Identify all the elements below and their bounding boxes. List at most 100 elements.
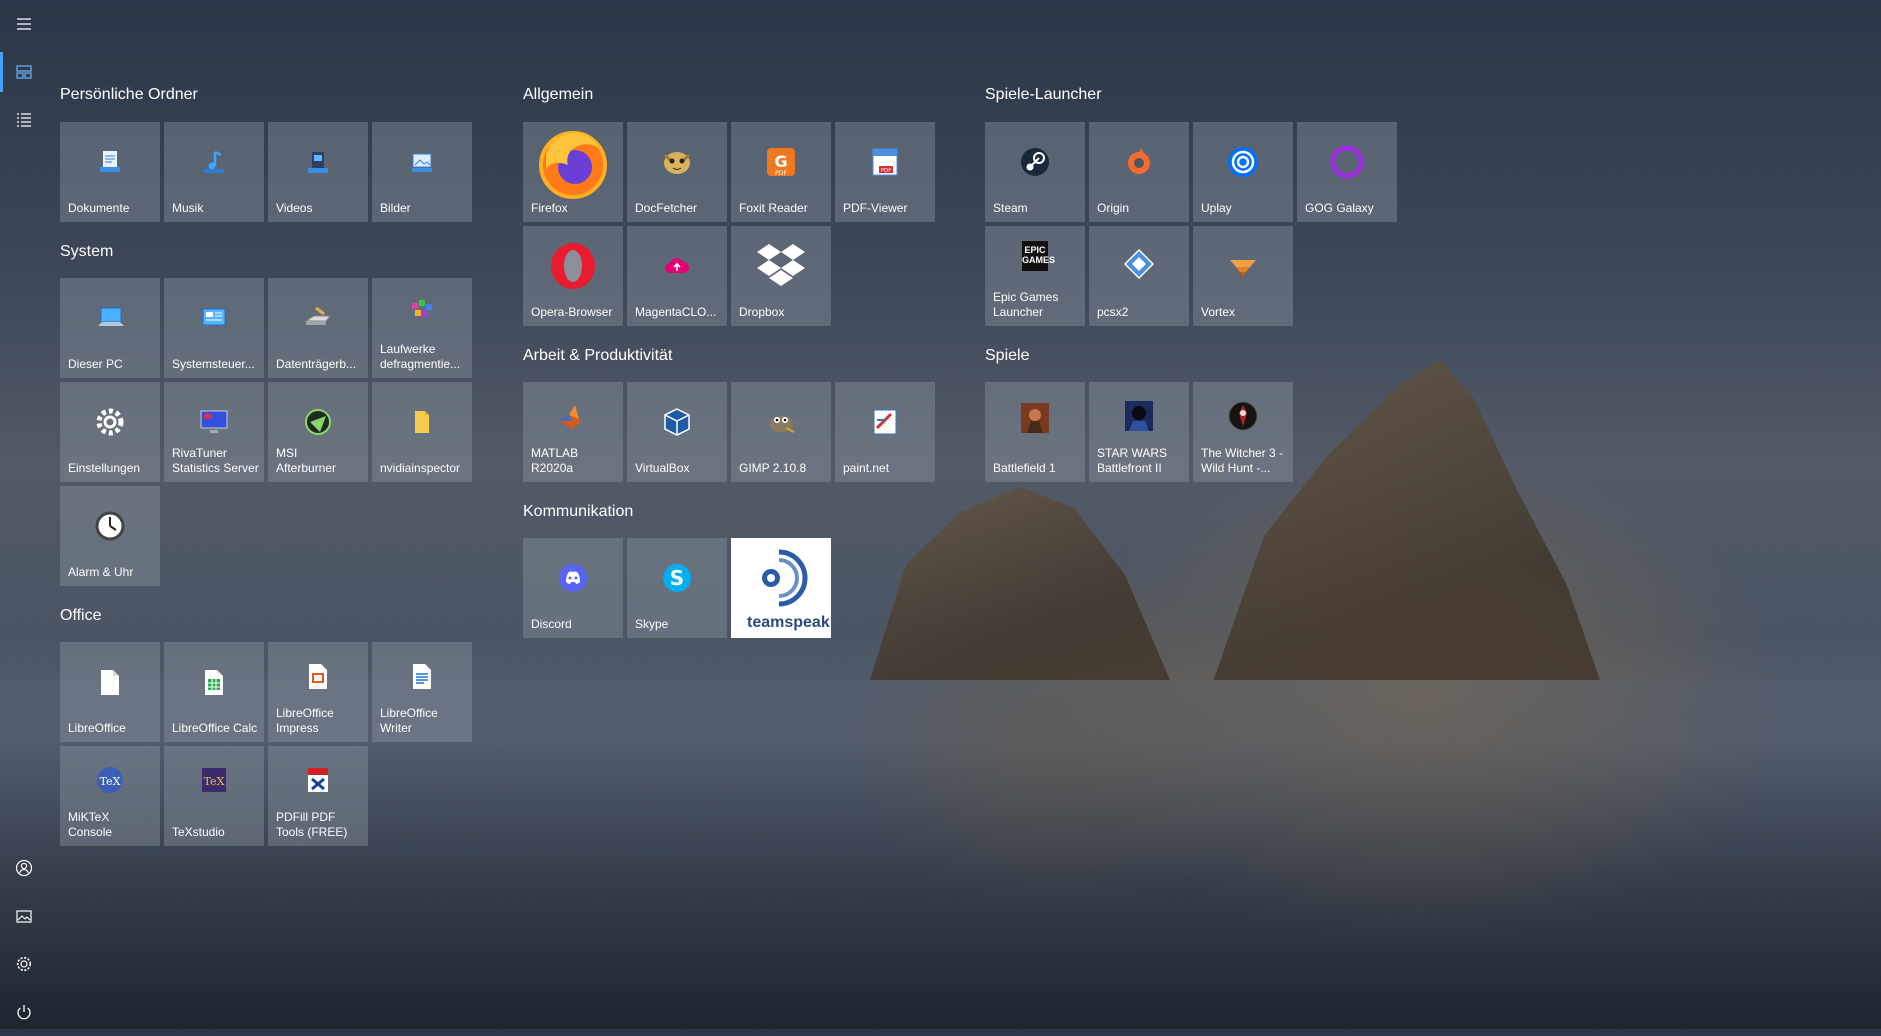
uplay-icon bbox=[1225, 144, 1261, 180]
settings-button[interactable] bbox=[0, 940, 48, 988]
battlefield-icon bbox=[1019, 401, 1051, 435]
virtualbox-icon bbox=[661, 406, 693, 438]
document-icon bbox=[95, 147, 125, 177]
tile-libreoffice-writer[interactable]: LibreOffice Writer bbox=[372, 642, 472, 742]
group-title-comm: Kommunikation bbox=[523, 503, 634, 520]
group-title-system: System bbox=[60, 243, 114, 260]
svg-text:PDF: PDF bbox=[881, 168, 892, 174]
tile-teamspeak[interactable]: teamspeak bbox=[731, 538, 831, 638]
docfetcher-icon bbox=[660, 147, 694, 177]
tile-discord[interactable]: Discord bbox=[523, 538, 623, 638]
tile-libreoffice-calc[interactable]: LibreOffice Calc bbox=[164, 642, 264, 742]
witcher-icon bbox=[1226, 399, 1260, 433]
group-title-general: Allgemein bbox=[523, 86, 594, 103]
texstudio-icon: TeX bbox=[198, 764, 230, 796]
tile-rivatuner[interactable]: RivaTuner Statistics Server bbox=[164, 382, 264, 482]
tile-epic-games[interactable]: EPIC GAMES Epic Games Launcher bbox=[985, 226, 1085, 326]
epic-games-icon: EPIC GAMES bbox=[1022, 241, 1055, 271]
tile-nvidiainspector[interactable]: nvidiainspector bbox=[372, 382, 472, 482]
hamburger-icon bbox=[17, 18, 31, 30]
tiles-icon bbox=[16, 65, 32, 79]
svg-text:PDF: PDF bbox=[775, 170, 787, 177]
start-rail bbox=[0, 0, 48, 1029]
tile-dieser-pc[interactable]: Dieser PC bbox=[60, 278, 160, 378]
tile-dropbox[interactable]: Dropbox bbox=[731, 226, 831, 326]
pdfill-icon bbox=[303, 764, 333, 796]
control-panel-icon bbox=[199, 303, 229, 333]
tile-msi-afterburner[interactable]: MSI Afterburner bbox=[268, 382, 368, 482]
tile-pcsx2[interactable]: pcsx2 bbox=[1089, 226, 1189, 326]
tile-miktex[interactable]: TeX MiKTeX Console bbox=[60, 746, 160, 846]
pdf-viewer-icon: PDF bbox=[869, 146, 901, 178]
group-title-office: Office bbox=[60, 607, 102, 624]
disk-cleanup-icon bbox=[302, 303, 334, 333]
tile-gog-galaxy[interactable]: GOG Galaxy bbox=[1297, 122, 1397, 222]
tile-dokumente[interactable]: Dokumente bbox=[60, 122, 160, 222]
tile-texstudio[interactable]: TeX TeXstudio bbox=[164, 746, 264, 846]
calc-icon bbox=[201, 667, 227, 697]
tile-einstellungen[interactable]: Einstellungen bbox=[60, 382, 160, 482]
picture-icon bbox=[16, 910, 32, 923]
background-rock-small bbox=[870, 486, 1170, 680]
teamspeak-icon bbox=[749, 548, 813, 608]
tile-uplay[interactable]: Uplay bbox=[1193, 122, 1293, 222]
tile-datentraeger[interactable]: Datenträgerb... bbox=[268, 278, 368, 378]
tile-foxit[interactable]: G PDF Foxit Reader bbox=[731, 122, 831, 222]
tile-steam[interactable]: Steam bbox=[985, 122, 1085, 222]
battlefront-icon bbox=[1123, 399, 1155, 433]
gear-icon bbox=[16, 956, 32, 972]
tile-skype[interactable]: S Skype bbox=[627, 538, 727, 638]
tile-libreoffice-impress[interactable]: LibreOffice Impress bbox=[268, 642, 368, 742]
group-title-work: Arbeit & Produktivität bbox=[523, 347, 673, 364]
tile-firefox[interactable]: Firefox bbox=[523, 122, 623, 222]
tile-videos[interactable]: Videos bbox=[268, 122, 368, 222]
tile-bilder[interactable]: Bilder bbox=[372, 122, 472, 222]
rivatuner-icon bbox=[198, 408, 230, 436]
dropbox-icon bbox=[755, 240, 807, 288]
afterburner-icon bbox=[302, 406, 334, 438]
tile-battlefield-1[interactable]: Battlefield 1 bbox=[985, 382, 1085, 482]
tile-star-wars-battlefront[interactable]: STAR WARS Battlefront II bbox=[1089, 382, 1189, 482]
menu-hamburger-button[interactable] bbox=[0, 0, 48, 48]
tile-origin[interactable]: Origin bbox=[1089, 122, 1189, 222]
libreoffice-icon bbox=[97, 667, 123, 697]
tile-vortex[interactable]: Vortex bbox=[1193, 226, 1293, 326]
tile-laufwerke[interactable]: Laufwerke defragmentie... bbox=[372, 278, 472, 378]
tile-magentacloud[interactable]: MagentaCLO... bbox=[627, 226, 727, 326]
computer-icon bbox=[94, 303, 126, 333]
firefox-icon bbox=[536, 125, 610, 199]
group-title-launchers: Spiele-Launcher bbox=[985, 86, 1102, 103]
pcsx2-icon bbox=[1122, 247, 1156, 281]
power-icon bbox=[17, 1005, 31, 1020]
svg-text:TeX: TeX bbox=[204, 775, 225, 788]
steam-icon bbox=[1018, 145, 1052, 179]
tile-musik[interactable]: Musik bbox=[164, 122, 264, 222]
pictures-button[interactable] bbox=[0, 892, 48, 940]
tile-paintnet[interactable]: paint.net bbox=[835, 382, 935, 482]
tile-opera[interactable]: Opera-Browser bbox=[523, 226, 623, 326]
tile-virtualbox[interactable]: VirtualBox bbox=[627, 382, 727, 482]
gimp-icon bbox=[764, 408, 798, 436]
gog-galaxy-icon bbox=[1329, 144, 1365, 180]
tile-gimp[interactable]: GIMP 2.10.8 bbox=[731, 382, 831, 482]
tile-alarm-uhr[interactable]: Alarm & Uhr bbox=[60, 486, 160, 586]
pinned-tiles-button[interactable] bbox=[0, 48, 48, 96]
tile-pdfill[interactable]: PDFill PDF Tools (FREE) bbox=[268, 746, 368, 846]
writer-icon bbox=[409, 661, 435, 691]
tile-docfetcher[interactable]: DocFetcher bbox=[627, 122, 727, 222]
list-icon bbox=[17, 113, 31, 127]
user-account-button[interactable] bbox=[0, 844, 48, 892]
tile-libreoffice[interactable]: LibreOffice bbox=[60, 642, 160, 742]
all-apps-button[interactable] bbox=[0, 96, 48, 144]
paintnet-icon bbox=[869, 406, 901, 438]
picture-folder-icon bbox=[407, 147, 437, 177]
svg-text:S: S bbox=[670, 566, 684, 590]
tile-matlab[interactable]: MATLAB R2020a bbox=[523, 382, 623, 482]
folder-icon bbox=[409, 407, 435, 437]
tile-witcher-3[interactable]: The Witcher 3 - Wild Hunt -... bbox=[1193, 382, 1293, 482]
tile-systemsteuerung[interactable]: Systemsteuer... bbox=[164, 278, 264, 378]
impress-icon bbox=[305, 661, 331, 691]
cloud-upload-icon bbox=[663, 255, 691, 277]
discord-icon bbox=[556, 561, 590, 595]
tile-pdf-viewer[interactable]: PDF PDF-Viewer bbox=[835, 122, 935, 222]
